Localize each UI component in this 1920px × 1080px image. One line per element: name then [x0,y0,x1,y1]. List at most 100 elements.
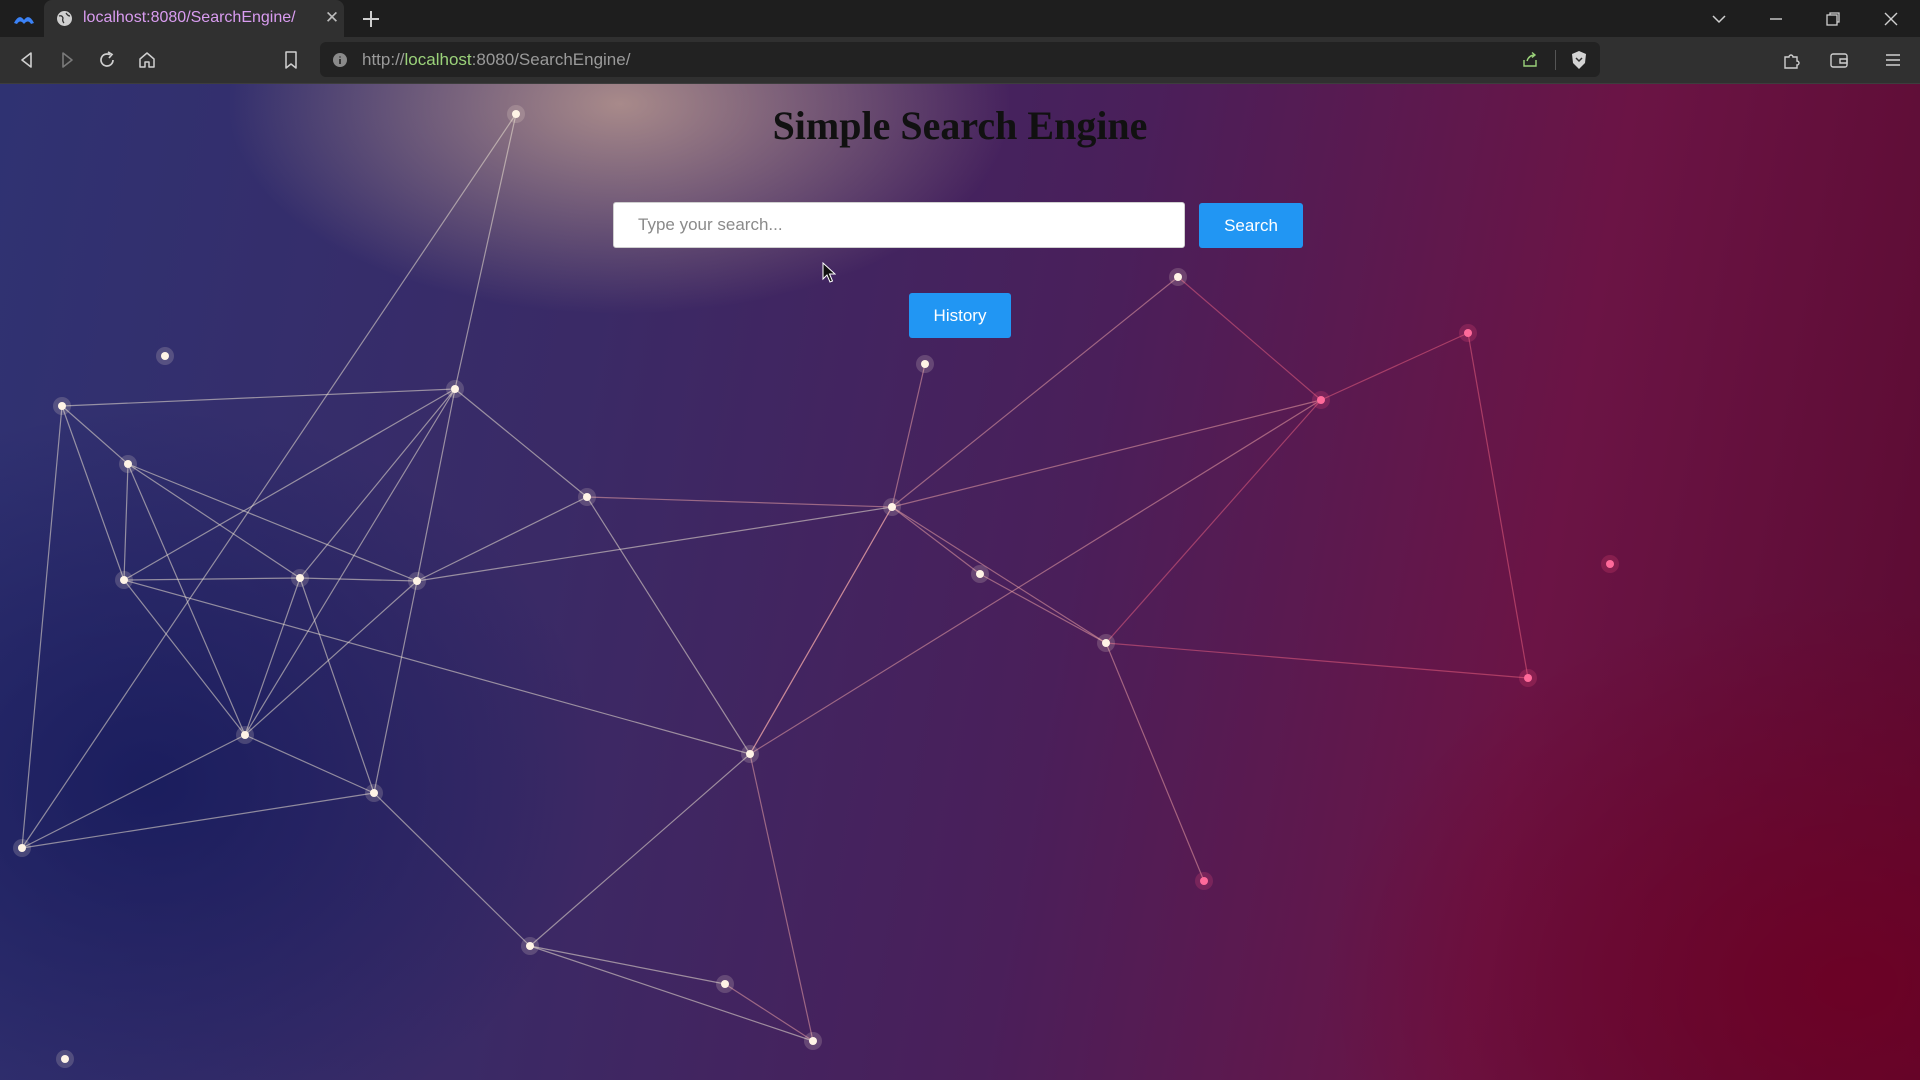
network-node [370,789,378,797]
network-line [1105,399,1322,644]
url-path: :8080/SearchEngine/ [471,50,631,69]
reload-icon[interactable] [96,49,118,71]
brave-shield-icon[interactable] [1568,49,1590,71]
network-line [123,463,129,581]
bookmark-icon[interactable] [280,49,302,71]
network-line [724,983,814,1042]
network-node [921,360,929,368]
home-icon[interactable] [136,49,158,71]
network-line [416,496,588,582]
network-node [1464,329,1472,337]
network-line [61,388,456,407]
page-title: Simple Search Engine [772,103,1148,148]
network-node [1102,639,1110,647]
share-icon[interactable] [1520,50,1540,70]
forward-icon[interactable] [56,49,78,71]
minimize-icon[interactable] [1766,9,1786,29]
network-line [454,113,517,390]
network-line [123,579,246,736]
network-node [888,503,896,511]
back-icon[interactable] [16,49,38,71]
network-node [976,570,984,578]
tab-active[interactable]: localhost:8080/SearchEngine/ ✕ [44,0,344,37]
url-prefix: http:// [362,50,405,69]
network-line [1177,276,1322,401]
network-node [161,352,169,360]
network-line [749,399,1322,755]
network-line [373,580,418,794]
mouse-cursor-icon [822,262,836,283]
network-node [583,493,591,501]
network-line [749,753,814,1042]
close-icon[interactable]: ✕ [322,8,342,28]
close-window-icon[interactable] [1881,9,1901,29]
network-node [241,731,249,739]
network-node [58,402,66,410]
network-line [21,792,375,849]
network-node [1200,877,1208,885]
network-line [299,388,456,579]
network-line [979,573,1107,644]
network-line [244,734,375,794]
network-line [373,792,531,947]
network-line [1105,642,1529,679]
network-node [18,844,26,852]
network-node [451,385,459,393]
search-input[interactable] [613,202,1185,248]
network-line [529,753,751,947]
address-bar[interactable]: http://localhost:8080/SearchEngine/ [320,42,1600,77]
network-node [120,576,128,584]
page-content: Simple Search Engine Search History [0,84,1920,1080]
network-line [244,580,418,736]
network-line [1467,332,1529,679]
network-line [123,577,301,581]
wallet-icon[interactable] [1828,49,1850,71]
menu-icon[interactable] [1882,49,1904,71]
browser-toolbar: http://localhost:8080/SearchEngine/ [0,37,1920,84]
network-line [1105,642,1205,882]
network-line [891,399,1322,508]
network-node [1606,560,1614,568]
network-line [529,945,814,1042]
network-line [1320,332,1469,401]
network-line [416,506,893,582]
url-divider [1555,50,1556,70]
search-button[interactable]: Search [1199,203,1303,248]
network-node [526,942,534,950]
network-node [809,1037,817,1045]
url-host: localhost [404,50,472,69]
network-line [244,577,301,736]
network-node [413,577,421,585]
network-line [299,577,375,794]
plus-icon[interactable] [360,8,382,30]
network-line [21,405,63,849]
globe-icon [57,11,72,26]
network-line [891,363,926,508]
network-node [61,1055,69,1063]
network-line [416,388,456,582]
browser-logo-icon[interactable] [13,9,35,29]
network-line [891,506,981,575]
info-icon[interactable] [332,52,348,68]
network-line [454,388,588,498]
network-line [586,496,893,508]
tab-title: localhost:8080/SearchEngine/ [83,9,296,26]
network-line [21,113,517,849]
tab-bar: localhost:8080/SearchEngine/ ✕ [0,0,1920,37]
network-line [749,506,893,755]
network-node [746,750,754,758]
network-line [123,388,456,581]
chevron-down-icon[interactable] [1709,9,1729,29]
network-node [124,460,132,468]
network-line [127,463,301,579]
network-node [721,980,729,988]
restore-icon[interactable] [1823,9,1843,29]
url-text[interactable]: http://localhost:8080/SearchEngine/ [362,50,630,70]
network-line [299,577,418,582]
network-line [61,405,125,581]
extensions-icon[interactable] [1780,49,1802,71]
network-node [1524,674,1532,682]
history-button[interactable]: History [909,293,1011,338]
network-line [891,506,1107,644]
network-node [296,574,304,582]
